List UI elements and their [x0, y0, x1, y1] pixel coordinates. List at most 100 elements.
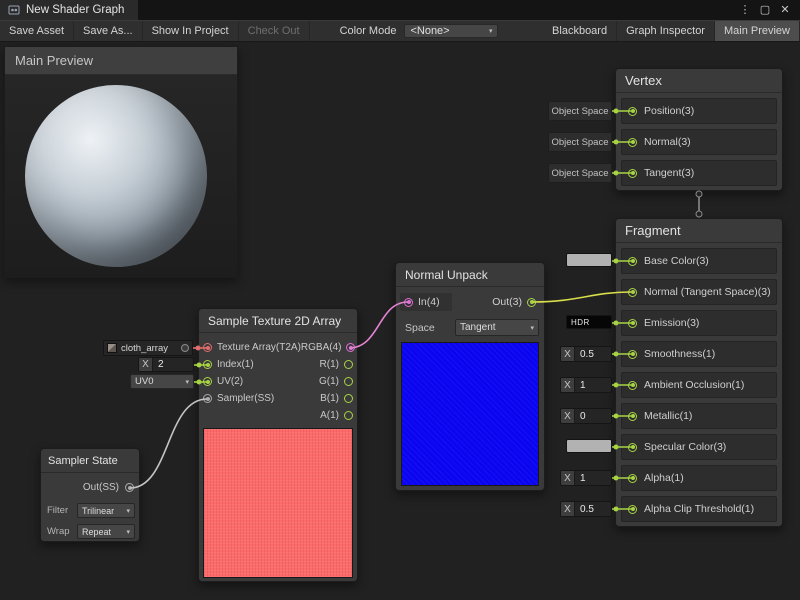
blackboard-toggle[interactable]: Blackboard — [543, 21, 617, 41]
fragment-port-ambient-occlusion[interactable]: Ambient Occlusion(1) — [621, 372, 777, 398]
uv-input-port[interactable]: UV(2) — [203, 376, 243, 387]
port-dot[interactable] — [628, 350, 637, 359]
port-dot[interactable] — [628, 412, 637, 421]
save-asset-button[interactable]: Save Asset — [0, 21, 74, 41]
float-value[interactable]: 1 — [575, 471, 611, 485]
float-value[interactable]: 2 — [153, 358, 193, 371]
port-row: A(1) — [199, 407, 357, 424]
sampler-input-port[interactable]: Sampler(SS) — [203, 393, 274, 404]
port-dot[interactable] — [628, 381, 637, 390]
sampler-state-node[interactable]: Sampler State Out(SS) Filter Trilinear ▾… — [40, 448, 140, 542]
wrap-dropdown[interactable]: Repeat ▾ — [77, 524, 135, 539]
fragment-port-emission[interactable]: Emission(3) — [621, 310, 777, 336]
texture-array-input-port[interactable]: Texture Array(T2A) — [203, 342, 301, 353]
port-label: Index(1) — [217, 359, 254, 370]
port-dot[interactable] — [628, 474, 637, 483]
vertex-port-normal[interactable]: Normal(3) — [621, 129, 777, 155]
fragment-port-normal[interactable]: Normal (Tangent Space)(3) — [621, 279, 777, 305]
float-value[interactable]: 1 — [575, 378, 611, 392]
sampler-port-dot[interactable] — [203, 394, 212, 403]
g-port-dot[interactable] — [344, 377, 353, 386]
save-as-button[interactable]: Save As... — [74, 21, 143, 41]
main-preview-panel[interactable]: Main Preview — [4, 46, 238, 278]
a-port-dot[interactable] — [344, 411, 353, 420]
fragment-port-specular-color[interactable]: Specular Color(3) — [621, 434, 777, 460]
rgba-output-port[interactable]: RGBA(4) — [301, 342, 356, 353]
port-dot[interactable] — [628, 319, 637, 328]
index-input-port[interactable]: Index(1) — [203, 359, 254, 370]
float-value[interactable]: 0.5 — [575, 347, 611, 361]
port-dot-tangent[interactable] — [628, 169, 637, 178]
toolbar-toggles: Blackboard Graph Inspector Main Preview — [543, 21, 800, 41]
normal-space-chip[interactable]: Object Space — [548, 132, 612, 152]
shader-graph-tab[interactable]: New Shader Graph — [0, 0, 138, 20]
fragment-port-metallic[interactable]: Metallic(1) — [621, 403, 777, 429]
emission-color-swatch[interactable]: HDR — [566, 315, 612, 329]
index-field[interactable]: X 2 — [138, 357, 194, 372]
emission-control: HDR — [566, 315, 612, 329]
sample-texture-2d-array-node[interactable]: Sample Texture 2D Array Texture Array(T2… — [198, 308, 358, 582]
ambient-occlusion-field[interactable]: X 1 — [560, 377, 612, 393]
kebab-menu-icon[interactable]: ⋮ — [736, 0, 754, 20]
maximize-icon[interactable]: ▢ — [756, 0, 774, 20]
alpha-clip-field[interactable]: X 0.5 — [560, 501, 612, 517]
out-ss-port[interactable]: Out(SS) — [41, 473, 139, 500]
b-output-port[interactable]: B(1) — [320, 393, 353, 404]
wrap-row: Wrap Repeat ▾ — [41, 521, 139, 542]
space-chip-label: Object Space — [551, 137, 608, 148]
a-output-port[interactable]: A(1) — [320, 410, 353, 421]
space-label: Space — [405, 322, 435, 334]
b-port-dot[interactable] — [344, 394, 353, 403]
graph-inspector-toggle[interactable]: Graph Inspector — [617, 21, 715, 41]
close-icon[interactable]: ✕ — [776, 0, 794, 20]
port-dot-normal[interactable] — [628, 138, 637, 147]
show-in-project-button[interactable]: Show In Project — [143, 21, 239, 41]
uv-port-dot[interactable] — [203, 377, 212, 386]
port-dot[interactable] — [628, 443, 637, 452]
object-picker-icon[interactable] — [181, 344, 189, 352]
in-port-dot[interactable] — [404, 298, 413, 307]
fragment-port-base-color[interactable]: Base Color(3) — [621, 248, 777, 274]
dropdown-arrow-icon: ▾ — [185, 378, 189, 386]
specular-color-swatch[interactable] — [566, 439, 612, 453]
normal-unpack-node[interactable]: Normal Unpack In(4) Out(3) Space Tangent… — [395, 262, 545, 491]
position-space-chip[interactable]: Object Space — [548, 101, 612, 121]
port-dot[interactable] — [628, 257, 637, 266]
filter-dropdown[interactable]: Trilinear ▾ — [77, 503, 135, 518]
r-output-port[interactable]: R(1) — [320, 359, 353, 370]
fragment-port-alpha[interactable]: Alpha(1) — [621, 465, 777, 491]
index-port-dot[interactable] — [203, 360, 212, 369]
float-value[interactable]: 0 — [575, 409, 611, 423]
g-output-port[interactable]: G(1) — [319, 376, 353, 387]
metallic-field[interactable]: X 0 — [560, 408, 612, 424]
port-dot[interactable] — [628, 505, 637, 514]
vertex-node[interactable]: Vertex Position(3) Normal(3) Tangent(3) — [615, 68, 783, 191]
port-dot[interactable] — [628, 288, 637, 297]
fragment-node[interactable]: Fragment Base Color(3) Normal (Tangent S… — [615, 218, 783, 527]
base-color-swatch[interactable] — [566, 253, 612, 267]
smoothness-field[interactable]: X 0.5 — [560, 346, 612, 362]
main-preview-viewport[interactable] — [5, 75, 237, 277]
rgba-port-dot[interactable] — [346, 343, 355, 352]
port-dot-position[interactable] — [628, 107, 637, 116]
float-value[interactable]: 0.5 — [575, 502, 611, 516]
in-port[interactable]: In(4) — [400, 293, 452, 311]
vertex-port-position[interactable]: Position(3) — [621, 98, 777, 124]
out-ss-port-dot[interactable] — [125, 483, 134, 492]
vertex-port-tangent[interactable]: Tangent(3) — [621, 160, 777, 186]
out-port-dot[interactable] — [527, 298, 536, 307]
alpha-field[interactable]: X 1 — [560, 470, 612, 486]
color-mode-dropdown[interactable]: <None> ▾ — [404, 24, 498, 38]
r-port-dot[interactable] — [344, 360, 353, 369]
fragment-port-smoothness[interactable]: Smoothness(1) — [621, 341, 777, 367]
out-port[interactable]: Out(3) — [492, 296, 540, 308]
wire-samplerstate-to-sampler[interactable] — [130, 399, 207, 488]
tangent-space-chip[interactable]: Object Space — [548, 163, 612, 183]
texture-array-port-dot[interactable] — [203, 343, 212, 352]
fragment-port-alpha-clip[interactable]: Alpha Clip Threshold(1) — [621, 496, 777, 522]
sampler-state-title: Sampler State — [41, 449, 139, 473]
main-preview-toggle[interactable]: Main Preview — [715, 21, 800, 41]
space-dropdown[interactable]: Tangent ▾ — [455, 319, 539, 336]
uv-channel-dropdown[interactable]: UV0 ▾ — [130, 374, 194, 389]
texture-array-object-field[interactable]: cloth_array — [103, 340, 193, 356]
